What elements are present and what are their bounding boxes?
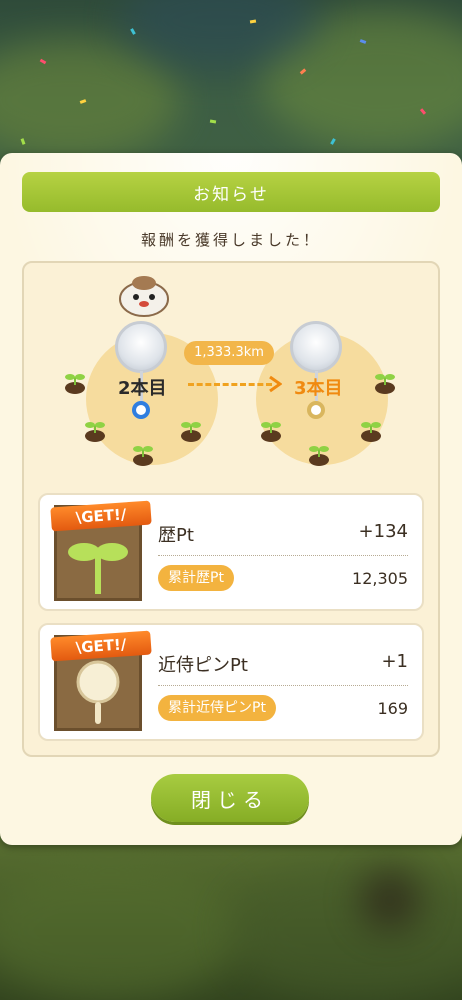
- avatar-current: [115, 321, 167, 373]
- pin-dot-next: [307, 401, 325, 419]
- bird-mascot-icon: [119, 276, 169, 317]
- pin-dot-current: [132, 401, 150, 419]
- get-badge: \GET!/: [50, 630, 152, 662]
- sprout-icon: [181, 422, 201, 442]
- reward-card-pin: \GET!/ 近侍ピンPt +1 累計近侍ピンPt 169: [38, 623, 424, 741]
- sprout-icon: [68, 543, 128, 594]
- distance-label: 1,333.3km: [184, 341, 274, 365]
- get-badge: \GET!/: [50, 500, 152, 532]
- sprout-icon: [261, 422, 281, 442]
- close-button-label: 閉じる: [191, 787, 269, 812]
- divider: [158, 555, 408, 556]
- reward-total-label: 累計近侍ピンPt: [158, 695, 276, 721]
- reward-image: \GET!/: [50, 630, 152, 731]
- avatar-next: [290, 321, 342, 373]
- sprout-icon: [309, 446, 329, 466]
- count-to: 3本目: [294, 378, 343, 399]
- sprout-icon: [375, 374, 395, 394]
- count-from: 2本目: [118, 378, 167, 399]
- sprout-icon: [65, 374, 85, 394]
- sprout-icon: [133, 446, 153, 466]
- reward-total: 169: [377, 699, 408, 718]
- reward-dialog: お知らせ 報酬を獲得しました！ 2本目 3本目 1,333.3km \GET!/…: [0, 153, 462, 845]
- dialog-subtitle: 報酬を獲得しました！: [140, 231, 321, 249]
- arrow-right-icon: [269, 375, 282, 393]
- reward-gain: +134: [358, 521, 408, 542]
- reward-card-reki: \GET!/ 歴Pt +134 累計歴Pt 12,305: [38, 493, 424, 611]
- reward-total-label: 累計歴Pt: [158, 565, 234, 591]
- sprout-icon: [85, 422, 105, 442]
- close-button[interactable]: 閉じる: [151, 774, 309, 822]
- reward-name: 歴Pt: [158, 525, 194, 546]
- pin-icon: [76, 660, 120, 724]
- divider: [158, 685, 408, 686]
- reward-total: 12,305: [352, 569, 408, 588]
- dialog-title: お知らせ: [193, 184, 269, 205]
- sprout-icon: [361, 422, 381, 442]
- dialog-title-bar: お知らせ: [22, 172, 440, 212]
- reward-name: 近侍ピンPt: [158, 655, 248, 676]
- reward-image: \GET!/: [50, 500, 152, 601]
- reward-gain: +1: [381, 651, 408, 672]
- progress-arrow: [188, 383, 272, 386]
